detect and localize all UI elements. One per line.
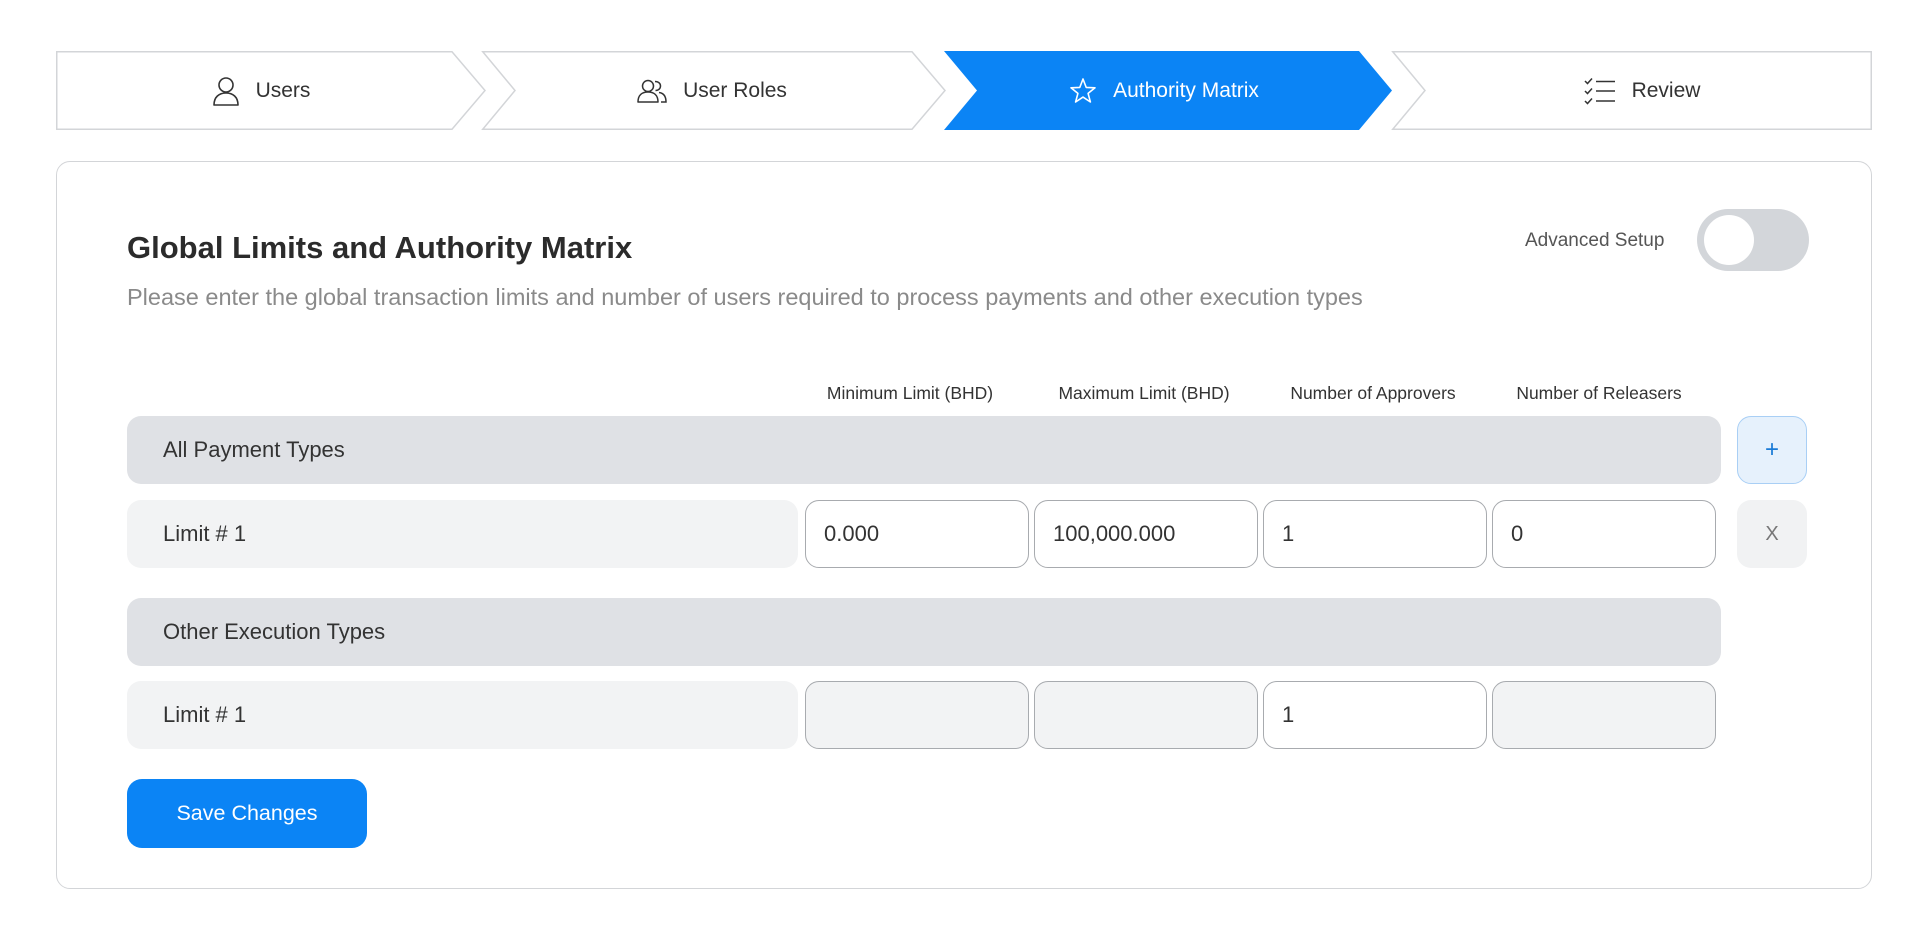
step-authority-matrix[interactable]: Authority Matrix: [944, 51, 1394, 130]
group-name: Other Execution Types: [163, 619, 386, 644]
limit-label: Limit # 1: [163, 521, 247, 546]
add-limit-button[interactable]: +: [1737, 416, 1807, 484]
checklist-icon: [1584, 77, 1615, 105]
group-header-other-execution-types: Other Execution Types: [127, 598, 1721, 666]
limit-row-label: Limit # 1: [127, 681, 798, 749]
step-user-roles[interactable]: User Roles: [481, 51, 947, 130]
max-limit-input-disabled: [1034, 681, 1258, 749]
column-header-max-limit: Maximum Limit (BHD): [1058, 383, 1230, 403]
limit-row-label: Limit # 1: [127, 500, 798, 568]
max-limit-input[interactable]: 100,000.000: [1034, 500, 1258, 568]
step-review[interactable]: Review: [1391, 51, 1872, 130]
approvers-input[interactable]: 1: [1263, 681, 1487, 749]
user-icon: [212, 76, 239, 106]
page-subtitle: Please enter the global transaction limi…: [127, 284, 1363, 310]
step-label: Authority Matrix: [1113, 78, 1259, 102]
column-header-min-limit: Minimum Limit (BHD): [826, 383, 994, 403]
column-header-releasers: Number of Releasers: [1516, 383, 1682, 403]
limit-label: Limit # 1: [163, 702, 247, 727]
step-label: Users: [255, 78, 311, 102]
step-label: User Roles: [683, 78, 787, 102]
page-title: Global Limits and Authority Matrix: [127, 230, 633, 265]
remove-limit-button[interactable]: X: [1737, 500, 1807, 568]
approvers-input[interactable]: 1: [1263, 500, 1487, 568]
releasers-input[interactable]: 0: [1492, 500, 1716, 568]
users-icon: [637, 79, 667, 103]
save-changes-button[interactable]: Save Changes: [127, 779, 367, 848]
toggle-knob: [1704, 215, 1754, 265]
releasers-input-disabled: [1492, 681, 1716, 749]
step-users[interactable]: Users: [56, 51, 486, 130]
group-name: All Payment Types: [163, 437, 345, 462]
step-label: Review: [1631, 78, 1701, 102]
progress-stepper: Users User Roles Authority Matrix Review: [56, 51, 1872, 130]
min-limit-input-disabled: [805, 681, 1029, 749]
group-header-all-payment-types: All Payment Types: [127, 416, 1721, 484]
advanced-setup-label: Advanced Setup: [1525, 230, 1665, 251]
advanced-setup-toggle[interactable]: [1697, 209, 1809, 271]
column-header-approvers: Number of Approvers: [1290, 383, 1456, 403]
star-icon: [1070, 77, 1096, 103]
min-limit-input[interactable]: 0.000: [805, 500, 1029, 568]
authority-matrix-card: Global Limits and Authority Matrix Pleas…: [56, 161, 1872, 889]
